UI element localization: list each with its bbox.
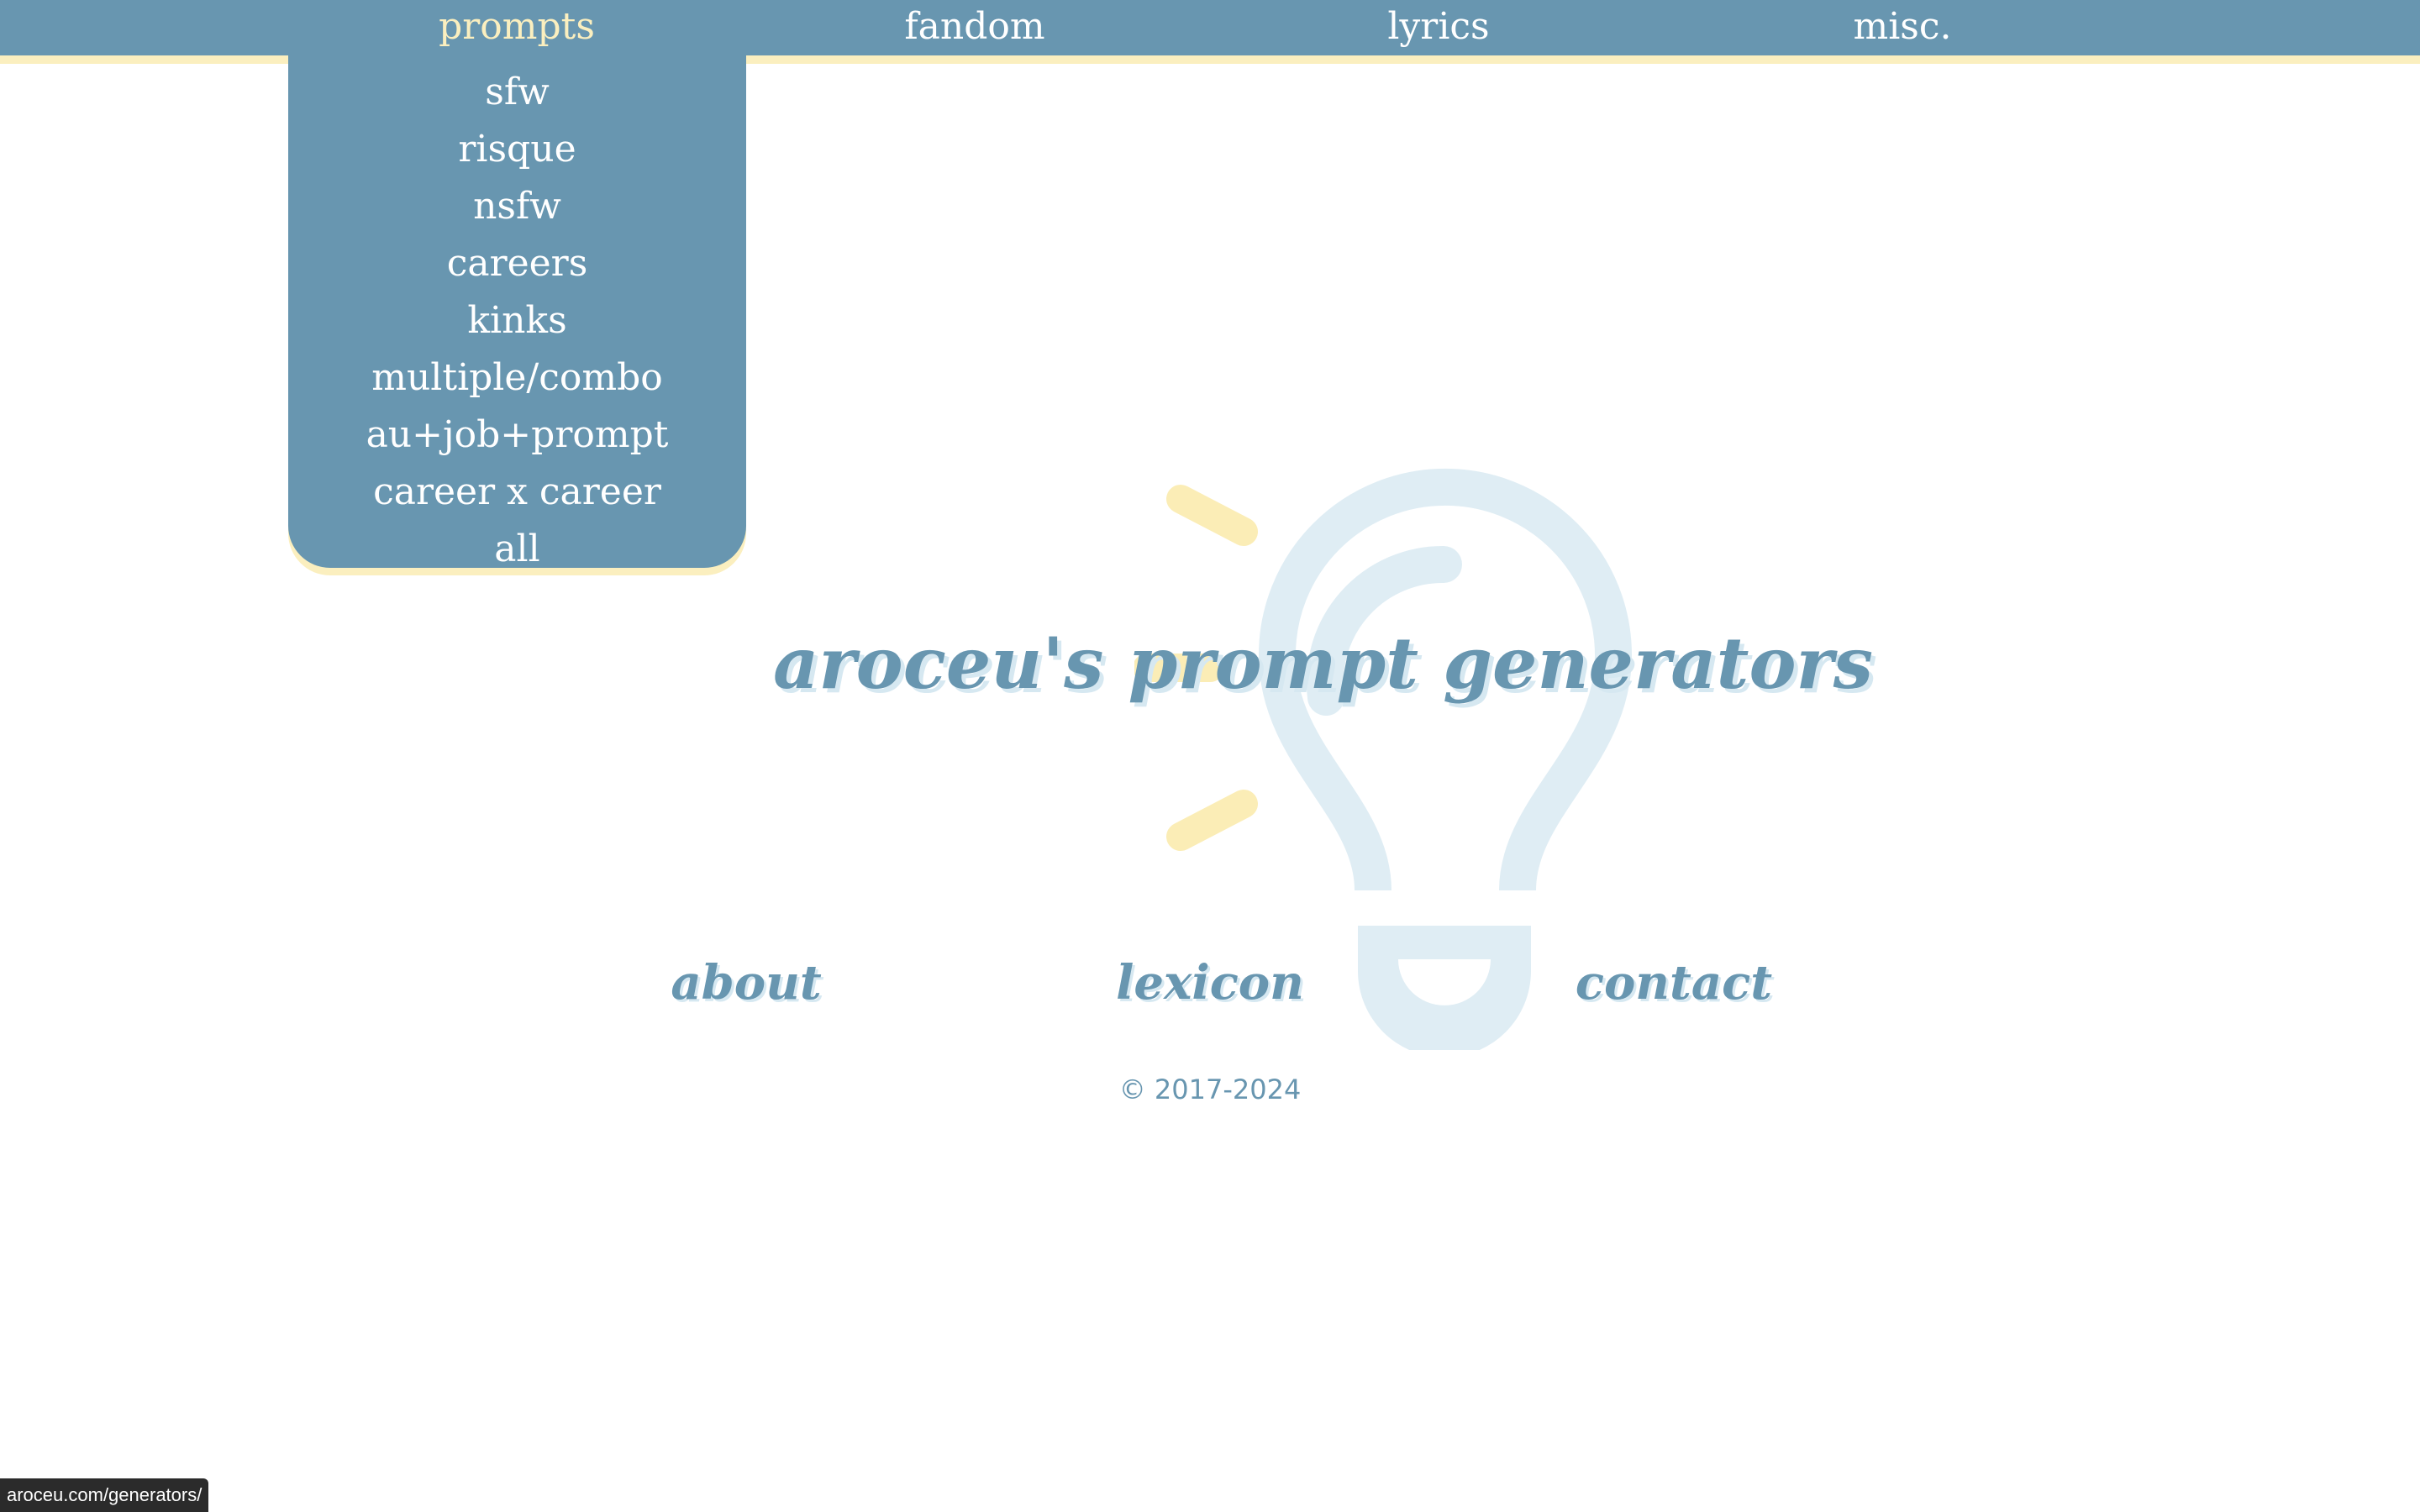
dropdown-item-all[interactable]: all xyxy=(288,521,746,578)
prompts-dropdown-menu: sfw risque nsfw careers kinks multiple/c… xyxy=(288,55,746,570)
dropdown-item-nsfw[interactable]: nsfw xyxy=(288,178,746,235)
bulb-base xyxy=(1358,926,1531,1050)
dropdown-item-multiple-combo[interactable]: multiple/combo xyxy=(288,349,746,407)
nav-item-misc[interactable]: misc. xyxy=(1776,0,2028,55)
nav-item-lyrics[interactable]: lyrics xyxy=(1313,0,1565,55)
contact-link[interactable]: contact xyxy=(1539,949,1808,1016)
dropdown-item-career-x-career[interactable]: career x career xyxy=(288,464,746,521)
lexicon-link[interactable]: lexicon xyxy=(1076,949,1344,1016)
top-nav-bar: prompts fandom lyrics misc. xyxy=(0,0,2420,64)
about-link[interactable]: about xyxy=(612,949,881,1016)
copyright-text: © 2017-2024 xyxy=(1118,1074,1302,1105)
dropdown-item-au-job-prompt[interactable]: au+job+prompt xyxy=(288,407,746,464)
dropdown-item-careers[interactable]: careers xyxy=(288,235,746,292)
dropdown-item-kinks[interactable]: kinks xyxy=(288,292,746,349)
light-ray-top xyxy=(1166,485,1258,546)
light-ray-bottom xyxy=(1166,790,1258,851)
site-title: aroceu's prompt generators xyxy=(773,622,1874,705)
status-bar-url: aroceu.com/generators/ xyxy=(0,1478,209,1512)
dropdown-item-risque[interactable]: risque xyxy=(288,121,746,178)
nav-item-prompts[interactable]: prompts xyxy=(391,0,643,55)
nav-item-fandom[interactable]: fandom xyxy=(849,0,1101,55)
dropdown-item-sfw[interactable]: sfw xyxy=(288,64,746,121)
